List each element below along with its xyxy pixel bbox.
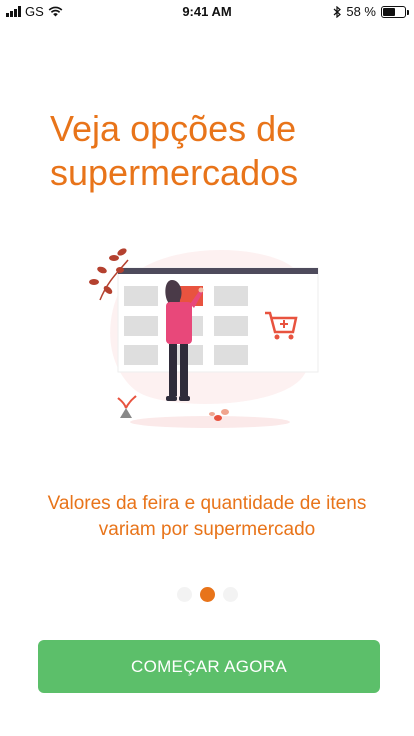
battery-fill [383,7,396,16]
status-bar: GS 9:41 AM 58 % [0,0,414,22]
onboarding-screen: GS 9:41 AM 58 % Veja opções de supermerc… [0,0,414,736]
bluetooth-icon [333,5,342,18]
page-subtitle: Valores da feira e quantidade de itens v… [47,493,367,540]
supermarket-shelf-illustration [89,248,319,428]
pagination-dot[interactable] [176,587,192,602]
start-now-button[interactable]: COMEÇAR AGORA [38,640,380,693]
battery-icon [381,5,409,18]
pagination-dots [0,587,414,602]
battery-percent: 58 % [346,4,376,19]
pagination-dot[interactable] [222,587,238,602]
pagination-dot[interactable] [199,587,215,602]
page-title: Veja opções de supermercados [50,108,299,193]
status-right: 58 % [333,4,409,19]
